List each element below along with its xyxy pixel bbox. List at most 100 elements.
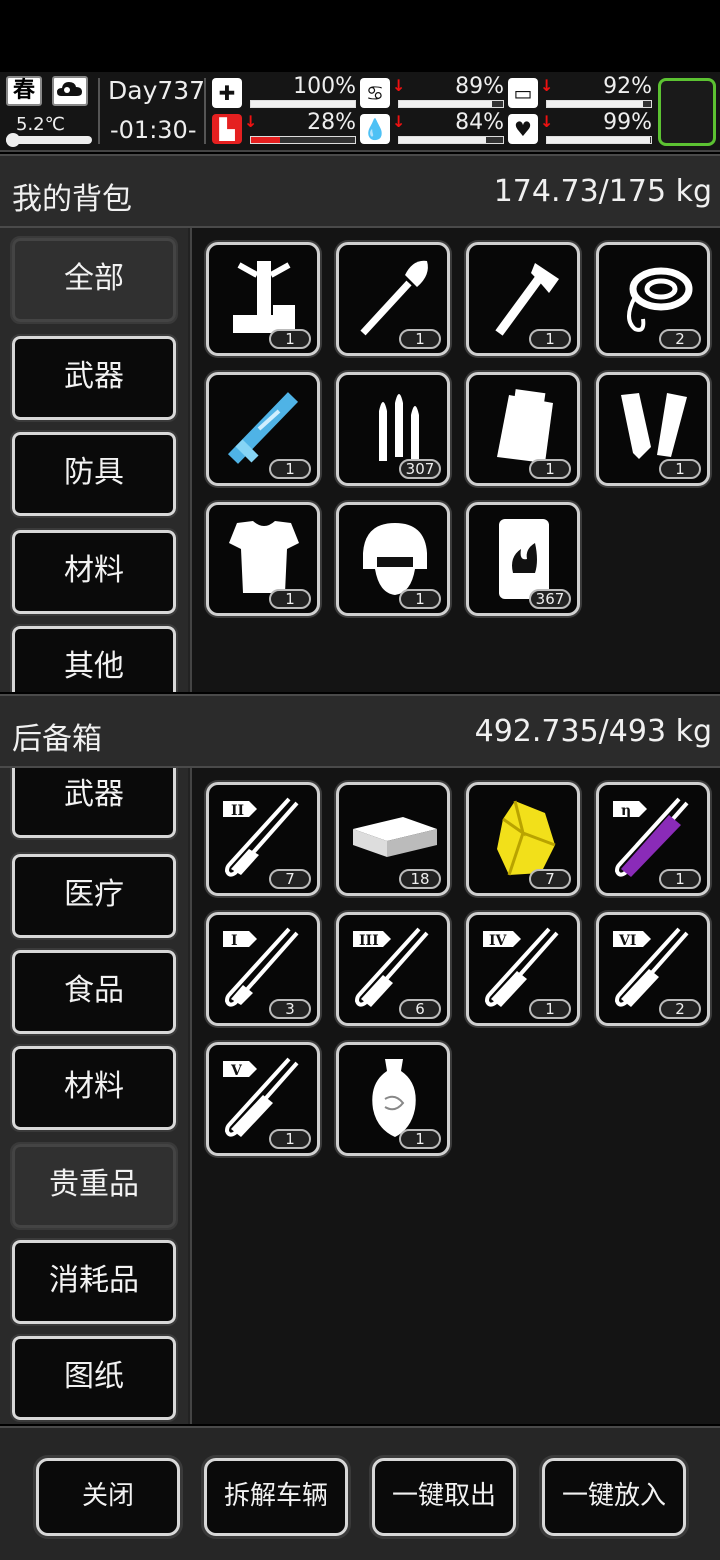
inventory-slot[interactable]: 1: [206, 372, 320, 486]
decrease-arrow-icon: ↓: [540, 76, 554, 95]
item-count: 1: [529, 459, 571, 479]
inventory-slot[interactable]: 7: [466, 782, 580, 896]
stat-value: 100%: [293, 74, 356, 99]
inventory-slot[interactable]: 1: [336, 242, 450, 356]
inventory-slot[interactable]: III 6: [336, 912, 450, 1026]
item-count: 6: [399, 999, 441, 1019]
boot-icon: ▙: [212, 114, 242, 144]
inventory-slot[interactable]: 1: [206, 502, 320, 616]
heart-icon: ♥: [508, 114, 538, 144]
inventory-slot[interactable]: VI 2: [596, 912, 710, 1026]
cloud-icon: [52, 76, 88, 106]
status-bar: 春 5.2℃ Day737 -01:30- ✚ 100% ♋ ↓ 89% ▭ ↓…: [0, 72, 720, 152]
item-count: 7: [269, 869, 311, 889]
time-label: -01:30-: [110, 116, 197, 144]
item-count: 1: [269, 1129, 311, 1149]
category-valuables[interactable]: 贵重品: [10, 1142, 178, 1230]
category-weapons[interactable]: 武器: [10, 334, 178, 422]
inventory-slot[interactable]: IV 1: [466, 912, 580, 1026]
decrease-arrow-icon: ↓: [392, 76, 406, 95]
inventory-slot[interactable]: 367: [466, 502, 580, 616]
inventory-slot[interactable]: V 1: [206, 1042, 320, 1156]
inventory-slot[interactable]: 2: [596, 242, 710, 356]
trunk-header: 后备箱 492.735/493 kg: [0, 694, 720, 768]
category-armor[interactable]: 防具: [10, 430, 178, 518]
category-blueprints[interactable]: 图纸: [10, 1334, 178, 1422]
item-count: 1: [269, 329, 311, 349]
backpack-header: 我的背包 174.73/175 kg: [0, 154, 720, 228]
decrease-arrow-icon: ↓: [244, 112, 258, 131]
category-food[interactable]: 食品: [10, 948, 178, 1036]
backpack-category-list[interactable]: 全部 武器 防具 材料 其他: [0, 228, 188, 692]
medkit-icon: ✚: [212, 78, 242, 108]
item-count: 1: [659, 869, 701, 889]
close-button[interactable]: 关闭: [36, 1458, 180, 1536]
pill-icon: ▭: [508, 78, 538, 108]
item-count: 3: [269, 999, 311, 1019]
dismantle-vehicle-button[interactable]: 拆解车辆: [204, 1458, 348, 1536]
inventory-slot[interactable]: II 7: [206, 782, 320, 896]
category-weapons[interactable]: 武器: [10, 768, 178, 840]
inventory-slot[interactable]: 1: [596, 372, 710, 486]
inventory-slot[interactable]: 18: [336, 782, 450, 896]
decrease-arrow-icon: ↓: [540, 112, 554, 131]
inventory-slot[interactable]: 307: [336, 372, 450, 486]
trunk-category-list[interactable]: 武器 医疗 食品 材料 贵重品 消耗品 图纸: [0, 768, 188, 1424]
day-counter: Day737: [108, 76, 206, 105]
stat-value: 28%: [307, 110, 356, 135]
temperature-bar: [6, 133, 92, 147]
category-consumables[interactable]: 消耗品: [10, 1238, 178, 1326]
stat-value: 92%: [603, 74, 652, 99]
category-all[interactable]: 全部: [10, 236, 178, 324]
trunk-item-grid: II 7 18 7 η 1 I 3 III 6 IV 1 VI 2 V 1 1: [190, 768, 720, 1424]
stat-mood: ♥ ↓ 99%: [508, 110, 656, 148]
inventory-slot[interactable]: 1: [336, 1042, 450, 1156]
trunk-weight: 492.735/493 kg: [474, 714, 712, 749]
item-count: 1: [659, 459, 701, 479]
item-count: 1: [399, 329, 441, 349]
category-medical[interactable]: 医疗: [10, 852, 178, 940]
category-other[interactable]: 其他: [10, 624, 178, 692]
take-all-button[interactable]: 一键取出: [372, 1458, 516, 1536]
inventory-slot[interactable]: 1: [206, 242, 320, 356]
stat-thirst: 💧 ↓ 84%: [360, 110, 508, 148]
backpack-title: 我的背包: [12, 182, 132, 217]
stat-value: 89%: [455, 74, 504, 99]
inventory-slot[interactable]: 1: [466, 372, 580, 486]
item-count: 1: [269, 459, 311, 479]
season-badge: 春: [6, 76, 42, 106]
decrease-arrow-icon: ↓: [392, 112, 406, 131]
svg-text:I: I: [231, 933, 238, 949]
stomach-icon: ♋: [360, 78, 390, 108]
trunk-title: 后备箱: [12, 722, 102, 757]
item-count: 1: [399, 589, 441, 609]
trunk-panel: 武器 医疗 食品 材料 贵重品 消耗品 图纸 II 7 18 7 η 1 I 3: [0, 768, 720, 1424]
inventory-slot[interactable]: η 1: [596, 782, 710, 896]
stat-value: 84%: [455, 110, 504, 135]
inventory-slot[interactable]: 1: [466, 242, 580, 356]
stat-value: 99%: [603, 110, 652, 135]
backpack-item-grid: 1 1 1 2 1 307 1 1 1 1 367: [190, 228, 720, 692]
inventory-slot[interactable]: I 3: [206, 912, 320, 1026]
put-all-button[interactable]: 一键放入: [542, 1458, 686, 1536]
stat-health: ✚ 100%: [212, 74, 360, 112]
item-count: 7: [529, 869, 571, 889]
item-count: 1: [529, 999, 571, 1019]
stat-stamina: ▙ ↓ 28%: [212, 110, 360, 148]
svg-text:VI: VI: [618, 933, 636, 949]
inventory-slot[interactable]: 1: [336, 502, 450, 616]
svg-text:η: η: [621, 803, 631, 819]
backpack-weight: 174.73/175 kg: [493, 174, 712, 209]
item-count: 2: [659, 999, 701, 1019]
item-count: 2: [659, 329, 701, 349]
svg-text:IV: IV: [489, 933, 508, 949]
item-count: 1: [269, 589, 311, 609]
svg-text:III: III: [359, 933, 379, 949]
equipped-slot[interactable]: [658, 78, 716, 146]
item-count: 1: [399, 1129, 441, 1149]
category-materials[interactable]: 材料: [10, 528, 178, 616]
item-count: 307: [399, 459, 441, 479]
category-materials[interactable]: 材料: [10, 1044, 178, 1132]
stat-hunger: ♋ ↓ 89%: [360, 74, 508, 112]
backpack-panel: 全部 武器 防具 材料 其他 1 1 1 2 1 307 1 1 1 1 367: [0, 228, 720, 692]
